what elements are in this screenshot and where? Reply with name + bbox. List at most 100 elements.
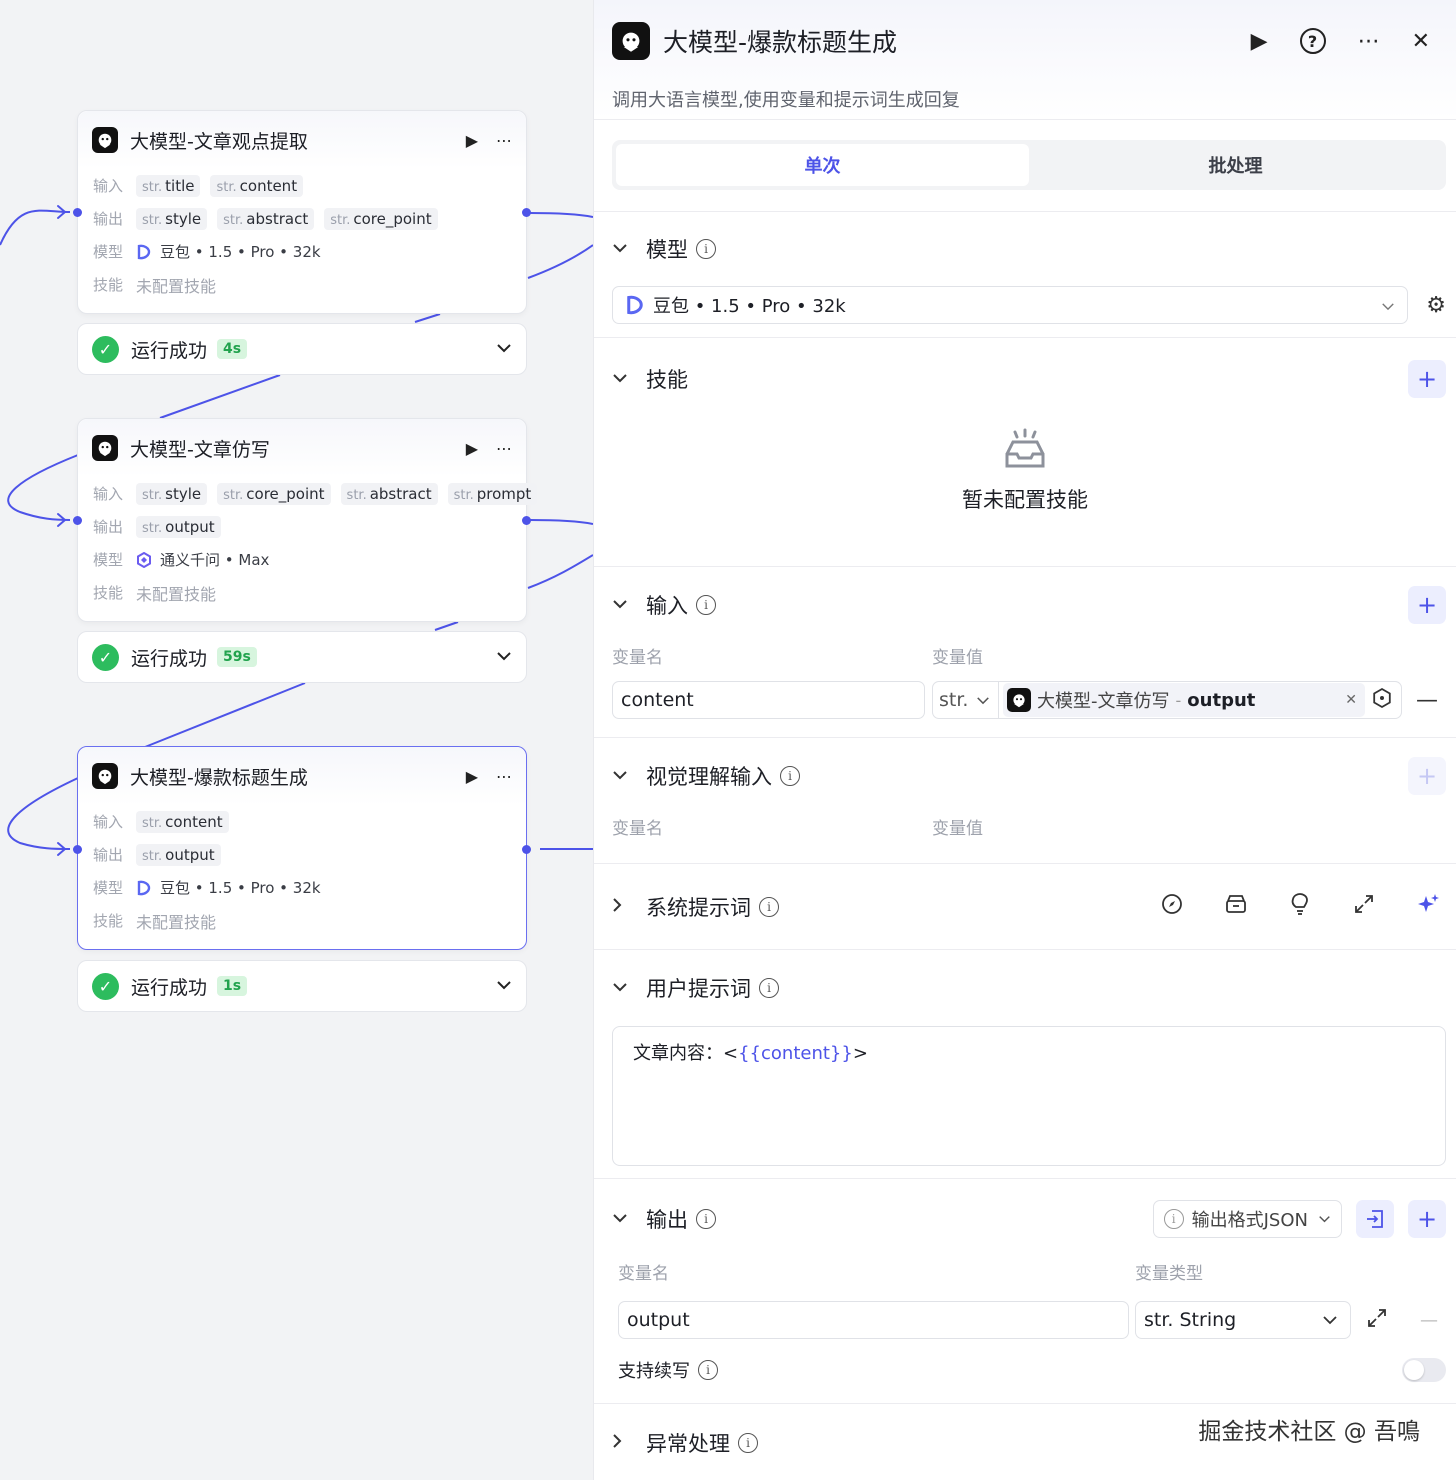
user-prompt-section: 用户提示词 i 文章内容：<{{content}}> bbox=[594, 950, 1456, 1179]
run-node-icon[interactable]: ▶ bbox=[466, 439, 478, 458]
chevron-down-icon[interactable] bbox=[612, 1211, 634, 1227]
skills-section: 技能 + 暂未配置技能 bbox=[594, 338, 1456, 567]
node-outputs-row: 输出 str. output bbox=[78, 510, 526, 543]
outputs-label: 输出 bbox=[93, 210, 124, 228]
run-node-icon[interactable]: ▶ bbox=[466, 767, 478, 786]
node-model-row: 模型 豆包 • 1.5 • Pro • 32k bbox=[78, 235, 526, 268]
close-icon[interactable]: ✕ bbox=[1412, 29, 1430, 54]
chevron-down-icon[interactable] bbox=[612, 241, 634, 257]
output-tag: str. core_point bbox=[324, 207, 438, 230]
info-icon[interactable]: i bbox=[759, 897, 779, 917]
empty-skills-text: 暂未配置技能 bbox=[962, 488, 1088, 512]
more-options-icon[interactable]: ⋯ bbox=[496, 131, 512, 150]
lightbulb-icon[interactable] bbox=[1280, 892, 1320, 922]
more-options-icon[interactable]: ⋯ bbox=[496, 439, 512, 458]
help-icon[interactable]: ? bbox=[1299, 28, 1326, 54]
var-name: style bbox=[165, 209, 202, 228]
info-icon[interactable]: i bbox=[780, 766, 800, 786]
variable-reference-chip[interactable]: 大模型-文章仿写 - output ✕ bbox=[1003, 683, 1365, 717]
workflow-canvas[interactable]: 大模型-文章观点提取 ▶ ⋯ 输入 str. title str. content … bbox=[0, 0, 593, 1480]
info-icon[interactable]: i bbox=[696, 1209, 716, 1229]
prompt-variable[interactable]: {{content}} bbox=[738, 1043, 853, 1064]
type-prefix: str. bbox=[142, 212, 163, 228]
ai-sparkle-icon[interactable] bbox=[1408, 892, 1448, 922]
add-skill-button[interactable]: + bbox=[1408, 360, 1446, 398]
output-var-name-field[interactable]: output bbox=[618, 1301, 1129, 1339]
input-tag: str. prompt bbox=[447, 482, 538, 505]
run-status-bar[interactable]: ✓ 运行成功 1s bbox=[77, 960, 527, 1012]
run-icon[interactable]: ▶ bbox=[1251, 29, 1268, 54]
input-var-value-field[interactable]: str. 大模型-文章仿写 - output ✕ bbox=[932, 681, 1402, 719]
node-inputs-row: 输入 str. style str. core_point str. abstract… bbox=[78, 477, 538, 510]
info-icon[interactable]: i bbox=[759, 978, 779, 998]
input-port[interactable] bbox=[73, 208, 82, 217]
output-port[interactable] bbox=[522, 845, 531, 854]
skill-label: 技能 bbox=[93, 584, 124, 602]
input-tag: str. core_point bbox=[217, 482, 331, 505]
edge-node2-to-node3-a bbox=[434, 621, 459, 631]
panel-title[interactable]: 大模型-爆款标题生成 bbox=[663, 23, 1251, 59]
user-prompt-editor[interactable]: 文章内容：<{{content}}> bbox=[612, 1026, 1446, 1166]
add-output-button[interactable]: + bbox=[1408, 1200, 1446, 1238]
settings-gear-icon[interactable]: ⚙ bbox=[1426, 293, 1446, 318]
panel-description[interactable]: 调用大语言模型,使用变量和提示词生成回复 bbox=[612, 86, 1438, 112]
reference-node-name: 大模型-文章仿写 bbox=[1037, 691, 1170, 712]
section-title: 技能 bbox=[646, 368, 688, 392]
expand-icon[interactable] bbox=[1344, 894, 1384, 920]
run-node-icon[interactable]: ▶ bbox=[466, 131, 478, 150]
output-type-select[interactable]: str. String bbox=[1135, 1301, 1351, 1339]
run-status-bar[interactable]: ✓ 运行成功 4s bbox=[77, 323, 527, 375]
input-port[interactable] bbox=[73, 845, 82, 854]
info-icon[interactable]: i bbox=[698, 1360, 718, 1380]
column-header-type: 变量类型 bbox=[1135, 1264, 1203, 1284]
prompt-library-icon[interactable] bbox=[1216, 893, 1256, 921]
output-port[interactable] bbox=[522, 516, 531, 525]
input-var-name-field[interactable]: content bbox=[612, 681, 925, 719]
var-name: prompt bbox=[476, 484, 532, 503]
column-header-name: 变量名 bbox=[612, 819, 663, 839]
edge-into-node-3 bbox=[7, 777, 79, 850]
chevron-down-icon[interactable] bbox=[496, 341, 512, 357]
compass-icon[interactable] bbox=[1152, 893, 1192, 921]
workflow-node-article-viewpoint[interactable]: 大模型-文章观点提取 ▶ ⋯ 输入 str. title str. content … bbox=[77, 110, 527, 314]
tab-single[interactable]: 单次 bbox=[616, 144, 1029, 186]
tab-batch[interactable]: 批处理 bbox=[1029, 144, 1442, 186]
clear-reference-icon[interactable]: ✕ bbox=[1345, 692, 1357, 708]
info-icon[interactable]: i bbox=[696, 239, 716, 259]
output-port[interactable] bbox=[522, 208, 531, 217]
chevron-down-icon[interactable] bbox=[496, 978, 512, 994]
more-options-icon[interactable]: ⋯ bbox=[1358, 29, 1380, 54]
chevron-down-icon[interactable] bbox=[612, 371, 634, 387]
more-options-icon[interactable]: ⋯ bbox=[496, 767, 512, 786]
type-prefix: str. bbox=[142, 848, 163, 864]
chevron-down-icon[interactable] bbox=[612, 768, 634, 784]
model-select[interactable]: 豆包 • 1.5 • Pro • 32k bbox=[612, 286, 1409, 324]
chevron-down-icon[interactable] bbox=[496, 649, 512, 665]
chevron-down-icon[interactable] bbox=[612, 597, 634, 613]
type-select[interactable]: str. bbox=[933, 682, 999, 718]
workflow-node-article-rewrite[interactable]: 大模型-文章仿写 ▶ ⋯ 输入 str. style str. core_point… bbox=[77, 418, 538, 622]
output-format-select[interactable]: i 输出格式JSON bbox=[1152, 1200, 1342, 1238]
remove-output-icon[interactable]: — bbox=[1420, 1310, 1438, 1331]
import-output-icon[interactable] bbox=[1356, 1200, 1394, 1238]
input-port[interactable] bbox=[73, 516, 82, 525]
info-icon[interactable]: i bbox=[738, 1433, 758, 1453]
expand-icon[interactable] bbox=[1367, 1308, 1387, 1332]
type-prefix: str. bbox=[216, 179, 237, 195]
remove-input-icon[interactable]: — bbox=[1416, 688, 1438, 713]
output-tag: str. style bbox=[136, 207, 208, 230]
continue-writing-toggle[interactable] bbox=[1402, 1358, 1446, 1382]
type-select-value: str. bbox=[939, 689, 969, 711]
run-status-bar[interactable]: ✓ 运行成功 59s bbox=[77, 631, 527, 683]
output-tag: str. output bbox=[136, 515, 221, 538]
add-input-button[interactable]: + bbox=[1408, 586, 1446, 624]
workflow-node-title-generation[interactable]: 大模型-爆款标题生成 ▶ ⋯ 输入 str. content 输出 str. out… bbox=[77, 746, 527, 950]
chevron-right-icon[interactable] bbox=[612, 897, 634, 917]
add-vision-input-button[interactable]: + bbox=[1408, 757, 1446, 795]
chevron-down-icon[interactable] bbox=[612, 980, 634, 996]
var-name: output bbox=[165, 517, 215, 536]
chevron-right-icon[interactable] bbox=[612, 1433, 634, 1453]
info-icon[interactable]: i bbox=[696, 595, 716, 615]
duration-badge: 4s bbox=[217, 339, 248, 359]
variable-picker-icon[interactable] bbox=[1371, 687, 1393, 714]
